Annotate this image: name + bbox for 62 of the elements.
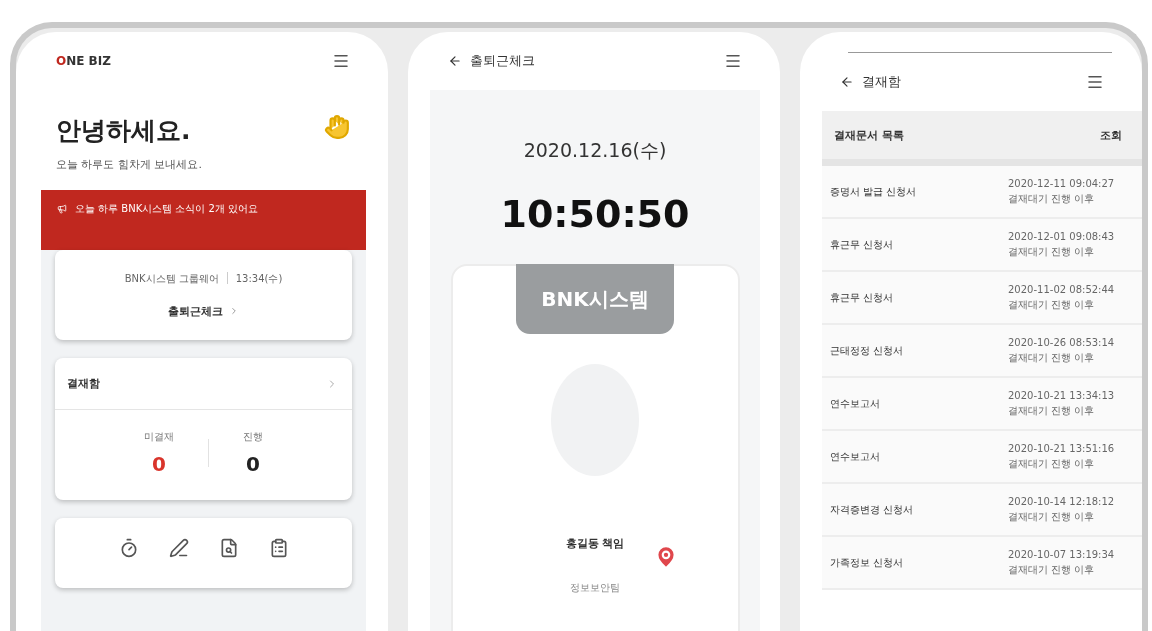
document-name: 가족정보 신청서 <box>830 555 905 570</box>
screen-title: 결재함 <box>862 73 901 91</box>
clock-time: 10:50:50 <box>500 192 690 236</box>
document-status: 결재대기 진행 이후 <box>1008 297 1096 312</box>
screen-title: 출퇴근체크 <box>470 52 535 70</box>
document-name: 연수보고서 <box>830 396 881 411</box>
search-link[interactable]: 조회 <box>1100 127 1122 143</box>
document-name: 자격증변경 신청서 <box>830 502 915 517</box>
list-title: 결재문서 목록 <box>834 127 904 143</box>
app-logo: ONE BIZ <box>56 54 111 68</box>
company-badge: BNK시스템 <box>516 264 674 334</box>
document-date: 2020-12-11 09:04:27 <box>1008 177 1116 189</box>
document-name: 근태정정 신청서 <box>830 343 905 358</box>
menu-icon[interactable] <box>332 52 350 70</box>
document-status: 결재대기 진행 이후 <box>1008 562 1096 577</box>
document-row[interactable]: 가족정보 신청서 2020-10-07 13:19:34 결재대기 진행 이후 <box>822 537 1142 590</box>
document-row[interactable]: 연수보고서 2020-10-21 13:51:16 결재대기 진행 이후 <box>822 431 1142 484</box>
greeting-title: 안녕하세요. <box>56 115 192 147</box>
chevron-right-icon <box>229 306 239 316</box>
document-date: 2020-11-02 08:52:44 <box>1008 283 1116 295</box>
document-status: 결재대기 진행 이후 <box>1008 244 1096 259</box>
document-date: 2020-10-07 13:19:34 <box>1008 548 1116 560</box>
back-icon[interactable] <box>840 75 854 89</box>
document-date: 2020-10-26 08:53:14 <box>1008 336 1116 348</box>
employee-name: 홍길동 책임 <box>565 536 625 551</box>
document-name: 증명서 발급 신청서 <box>830 184 918 199</box>
document-name: 연수보고서 <box>830 449 881 464</box>
attendance-link[interactable]: 출퇴근체크 <box>168 303 239 319</box>
document-date: 2020-10-21 13:34:13 <box>1008 389 1116 401</box>
date-text: 2020.12.16(수) <box>523 138 667 163</box>
document-status: 결재대기 진행 이후 <box>1008 191 1096 206</box>
stat-value: 0 <box>152 452 166 476</box>
company-text: BNK시스템 그룹웨어 <box>124 271 219 286</box>
notice-text: 오늘 하루 BNK시스템 소식이 2개 있어요 <box>75 202 259 216</box>
document-date: 2020-12-01 09:08:43 <box>1008 230 1116 242</box>
document-row[interactable]: 증명서 발급 신청서 2020-12-11 09:04:27 결재대기 진행 이후 <box>822 166 1142 219</box>
stat-label: 미결재 <box>144 430 174 444</box>
stat-value: 0 <box>246 452 260 476</box>
stat-label: 진행 <box>243 430 263 444</box>
document-row[interactable]: 휴근무 신청서 2020-12-01 09:08:43 결재대기 진행 이후 <box>822 219 1142 272</box>
megaphone-icon <box>57 204 67 214</box>
approval-header[interactable]: 결재함 <box>55 358 352 410</box>
document-status: 결재대기 진행 이후 <box>1008 456 1096 471</box>
document-name: 휴근무 신청서 <box>830 237 895 252</box>
document-row[interactable]: 자격증변경 신청서 2020-10-14 12:18:12 결재대기 진행 이후 <box>822 484 1142 537</box>
hand-icon <box>324 114 350 140</box>
document-row[interactable]: 근태정정 신청서 2020-10-26 08:53:14 결재대기 진행 이후 <box>822 325 1142 378</box>
document-row[interactable]: 연수보고서 2020-10-21 13:34:13 결재대기 진행 이후 <box>822 378 1142 431</box>
document-name: 휴근무 신청서 <box>830 290 895 305</box>
department-text: 정보보안팀 <box>570 581 620 595</box>
document-row[interactable]: 휴근무 신청서 2020-11-02 08:52:44 결재대기 진행 이후 <box>822 272 1142 325</box>
document-status: 결재대기 진행 이후 <box>1008 350 1096 365</box>
menu-icon[interactable] <box>1086 73 1104 91</box>
document-date: 2020-10-14 12:18:12 <box>1008 495 1116 507</box>
back-icon[interactable] <box>448 54 462 68</box>
document-status: 결재대기 진행 이후 <box>1008 509 1096 524</box>
document-status: 결재대기 진행 이후 <box>1008 403 1096 418</box>
document-date: 2020-10-21 13:51:16 <box>1008 442 1116 454</box>
time-text: 13:34(수) <box>235 271 283 286</box>
greeting-subtitle: 오늘 하루도 힘차게 보내세요. <box>56 157 202 172</box>
pen-icon[interactable] <box>168 538 189 558</box>
menu-icon[interactable] <box>724 52 742 70</box>
